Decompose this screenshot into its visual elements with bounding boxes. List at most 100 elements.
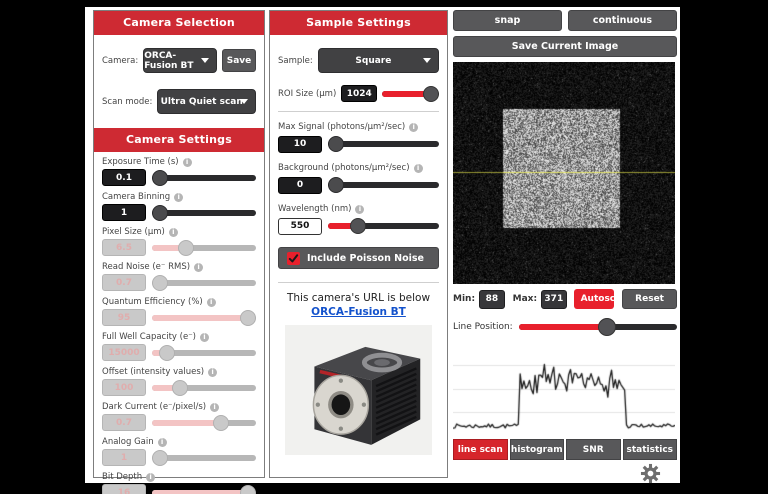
- setting-max-signal: Max Signal (photons/µm²/sec) i 10: [270, 121, 447, 155]
- autoscale-toggle[interactable]: Autoscale: [574, 289, 615, 309]
- autoscale-label: Autoscale: [574, 289, 615, 309]
- setting-slider[interactable]: [328, 218, 439, 234]
- sample-label: Sample:: [278, 56, 313, 66]
- setting-value: 1: [102, 449, 146, 466]
- roi-slider[interactable]: [382, 86, 439, 102]
- setting-value[interactable]: 10: [278, 136, 322, 153]
- setting-value: 6.5: [102, 239, 146, 256]
- tab-statistics[interactable]: statistics: [623, 439, 678, 460]
- setting-slider: [152, 485, 256, 494]
- camera-image-view[interactable]: [453, 62, 675, 284]
- setting-analog-gain: Analog Gaini 1: [94, 436, 264, 467]
- setting-label: Bit Depth: [102, 472, 142, 482]
- info-icon[interactable]: i: [146, 473, 155, 482]
- camera-selection-header: Camera Selection: [94, 11, 264, 35]
- setting-label: Read Noise (e⁻ RMS): [102, 262, 190, 272]
- scan-mode-select[interactable]: Ultra Quiet scan: [157, 89, 256, 114]
- camera-url-link[interactable]: ORCA-Fusion BT: [270, 306, 447, 318]
- snap-button[interactable]: snap: [453, 10, 562, 31]
- min-value-field[interactable]: 88: [479, 290, 505, 309]
- sample-settings-header: Sample Settings: [270, 11, 447, 35]
- setting-exposure-time: Exposure Time (s) i 0.1: [94, 156, 264, 187]
- tab-line-scan[interactable]: line scan: [453, 439, 508, 460]
- setting-slider[interactable]: [328, 177, 439, 193]
- setting-label: Dark Current (e⁻/pixel/s): [102, 402, 206, 412]
- camera-label: Camera:: [102, 56, 138, 66]
- sample-panel: Sample Settings Sample: Square ROI Size …: [269, 10, 448, 478]
- setting-label: Exposure Time (s): [102, 157, 179, 167]
- setting-slider[interactable]: [152, 205, 256, 221]
- include-poisson-noise-toggle[interactable]: Include Poisson Noise: [278, 247, 439, 269]
- continuous-button[interactable]: continuous: [568, 10, 677, 31]
- scan-mode-row: Scan mode: Ultra Quiet scan: [94, 89, 264, 114]
- gear-icon[interactable]: [640, 463, 661, 484]
- info-icon[interactable]: i: [169, 228, 178, 237]
- setting-value[interactable]: 1: [102, 204, 146, 221]
- max-value-field[interactable]: 371: [541, 290, 567, 309]
- setting-label: Quantum Efficiency (%): [102, 297, 203, 307]
- reset-button[interactable]: Reset: [622, 289, 677, 309]
- info-icon[interactable]: i: [355, 205, 364, 214]
- setting-label: Camera Binning: [102, 192, 170, 202]
- setting-label: Background (photons/µm²/sec): [278, 163, 410, 173]
- info-icon[interactable]: i: [414, 164, 423, 173]
- setting-label: Wavelength (nm): [278, 204, 351, 214]
- setting-bit-depth: Bit Depthi 16: [94, 471, 264, 494]
- save-current-image-button[interactable]: Save Current Image: [453, 36, 677, 57]
- setting-value[interactable]: 0: [278, 177, 322, 194]
- setting-value[interactable]: 0.1: [102, 169, 146, 186]
- setting-quantum-efficiency: Quantum Efficiency (%)i 95: [94, 296, 264, 327]
- line-position-label: Line Position:: [453, 322, 513, 332]
- scan-mode-label: Scan mode:: [102, 97, 152, 107]
- checkbox-checked-icon[interactable]: [287, 252, 300, 265]
- setting-slider: [152, 240, 256, 256]
- info-icon[interactable]: i: [174, 193, 183, 202]
- tab-histogram[interactable]: histogram: [510, 439, 565, 460]
- setting-label: Max Signal (photons/µm²/sec): [278, 122, 405, 132]
- info-icon[interactable]: i: [183, 158, 192, 167]
- setting-slider: [152, 345, 256, 361]
- app-window: Camera Selection Camera: ORCA-Fusion BT …: [0, 0, 768, 494]
- sample-select[interactable]: Square: [318, 48, 439, 73]
- max-label: Max:: [513, 294, 537, 304]
- divider: [278, 111, 439, 112]
- setting-wavelength: Wavelength (nm) i 550: [270, 203, 447, 237]
- acquisition-buttons: snap continuous: [453, 10, 677, 31]
- info-icon[interactable]: i: [158, 438, 167, 447]
- roi-value[interactable]: 1024: [341, 85, 377, 102]
- setting-slider: [152, 380, 256, 396]
- settings-row: [453, 460, 677, 484]
- setting-value: 100: [102, 379, 146, 396]
- setting-dark-current: Dark Current (e⁻/pixel/s)i 0.7: [94, 401, 264, 432]
- camera-row: Camera: ORCA-Fusion BT Save: [94, 48, 264, 73]
- line-position-slider[interactable]: [519, 318, 677, 336]
- info-icon[interactable]: i: [207, 298, 216, 307]
- info-icon[interactable]: i: [210, 403, 219, 412]
- setting-value: 0.7: [102, 274, 146, 291]
- setting-slider[interactable]: [328, 136, 439, 152]
- tab-snr[interactable]: SNR: [566, 439, 621, 460]
- info-icon[interactable]: i: [208, 368, 217, 377]
- min-max-row: Min: 88 Max: 371 Autoscale Reset: [453, 289, 677, 309]
- setting-slider[interactable]: [152, 170, 256, 186]
- setting-label: Full Well Capacity (e⁻): [102, 332, 196, 342]
- setting-slider: [152, 450, 256, 466]
- info-icon[interactable]: i: [194, 263, 203, 272]
- camera-product-image: [285, 325, 432, 455]
- setting-background: Background (photons/µm²/sec) i 0: [270, 162, 447, 196]
- chevron-down-icon: [423, 58, 431, 63]
- divider: [278, 282, 439, 283]
- setting-value[interactable]: 550: [278, 218, 322, 235]
- sample-select-value: Square: [355, 56, 401, 66]
- setting-read-noise: Read Noise (e⁻ RMS) i 0.7: [94, 261, 264, 292]
- info-icon[interactable]: i: [409, 123, 418, 132]
- scan-mode-value: Ultra Quiet scan: [161, 97, 253, 107]
- line-position-row: Line Position:: [453, 317, 677, 337]
- info-icon[interactable]: i: [200, 333, 209, 342]
- camera-select[interactable]: ORCA-Fusion BT: [143, 48, 217, 73]
- camera-panel: Camera Selection Camera: ORCA-Fusion BT …: [93, 10, 265, 478]
- roi-row: ROI Size (µm) 1024: [270, 85, 447, 102]
- save-camera-button[interactable]: Save: [222, 49, 256, 72]
- analysis-tabs: line scan histogram SNR statistics: [453, 439, 677, 460]
- setting-full-well-capacity: Full Well Capacity (e⁻)i 15000: [94, 331, 264, 362]
